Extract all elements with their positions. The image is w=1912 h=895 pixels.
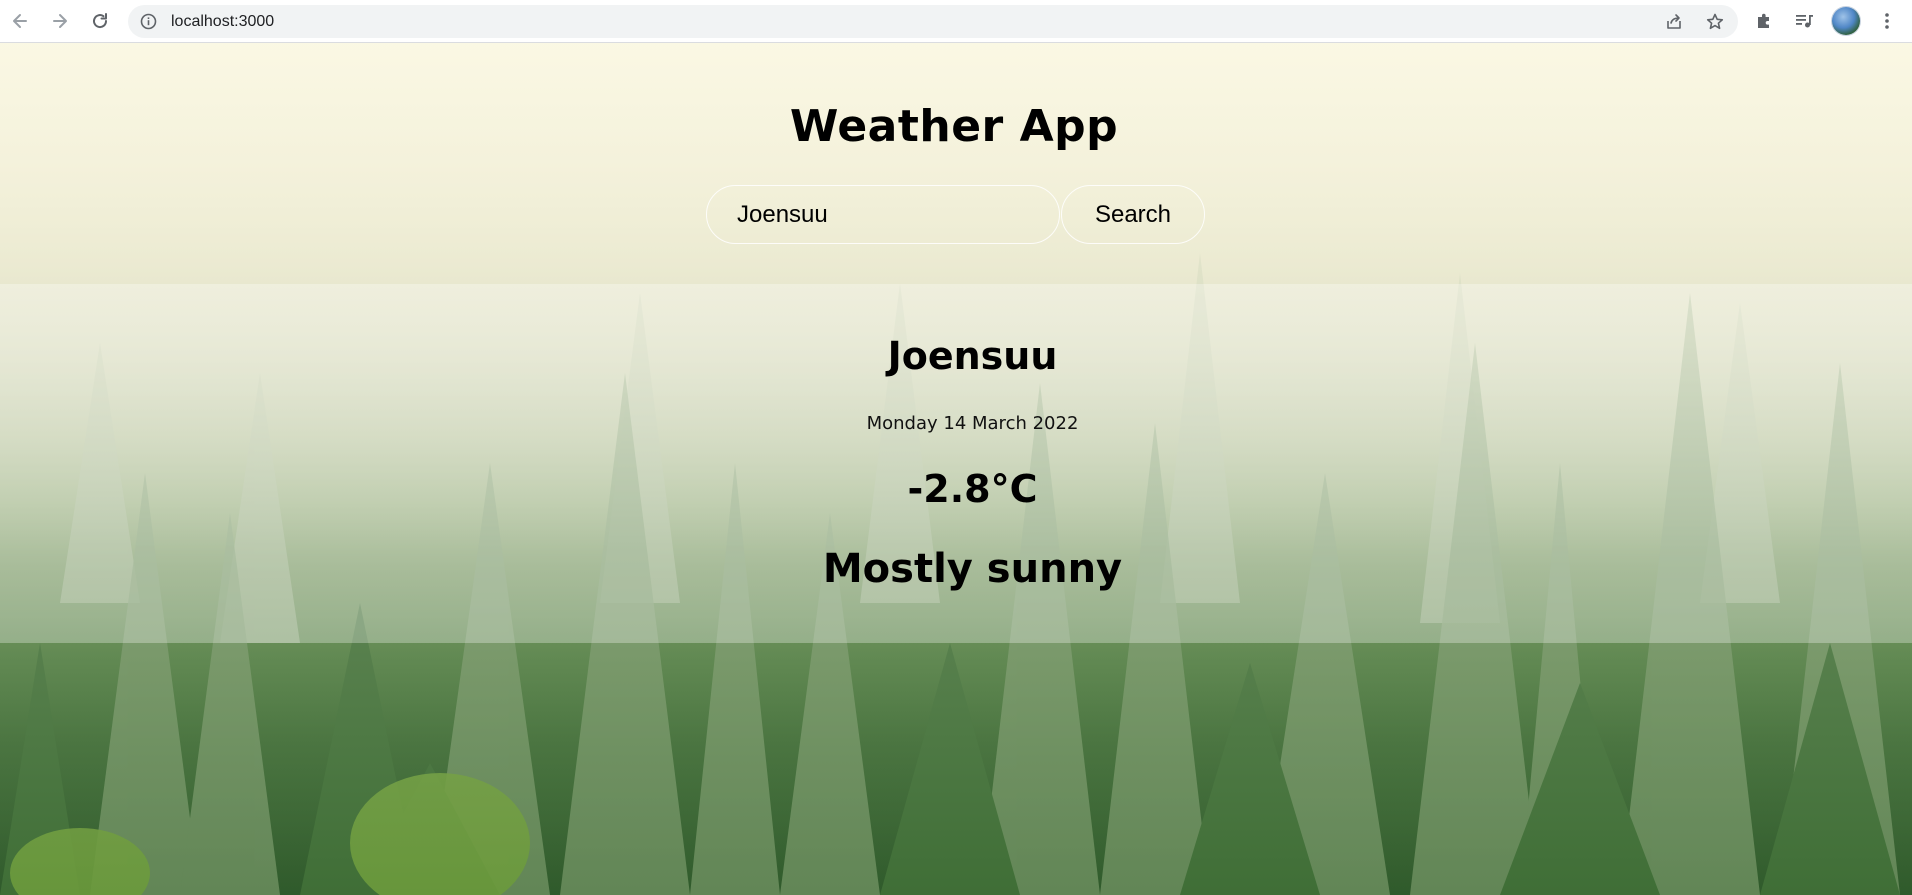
- back-button[interactable]: [6, 7, 34, 35]
- address-bar[interactable]: localhost:3000: [128, 5, 1738, 38]
- media-controls-button[interactable]: [1790, 7, 1818, 35]
- url-text[interactable]: localhost:3000: [171, 5, 274, 38]
- city-name: Joensuu: [887, 334, 1058, 378]
- weather-app: Weather App Search Joensuu Monday 14 Mar…: [0, 43, 1912, 895]
- media-playlist-icon: [1796, 15, 1813, 28]
- extensions-button[interactable]: [1750, 7, 1778, 35]
- arrow-left-icon: [13, 14, 27, 28]
- avatar[interactable]: [1832, 7, 1860, 35]
- app-title: Weather App: [789, 101, 1119, 152]
- weather-condition: Mostly sunny: [822, 546, 1123, 592]
- info-icon[interactable]: [140, 13, 157, 30]
- share-icon[interactable]: [1663, 11, 1685, 33]
- browser-menu-button[interactable]: [1873, 7, 1901, 35]
- reload-icon: [93, 13, 108, 29]
- search-input[interactable]: [706, 185, 1060, 244]
- arrow-right-icon: [53, 14, 67, 28]
- temperature: -2.8°C: [907, 467, 1038, 511]
- weather-date: Monday 14 March 2022: [866, 413, 1079, 434]
- search-button[interactable]: Search: [1061, 185, 1205, 244]
- kebab-menu-icon: [1885, 13, 1889, 29]
- puzzle-icon: [1758, 13, 1769, 28]
- browser-toolbar: localhost:3000: [0, 0, 1912, 43]
- forward-button[interactable]: [46, 7, 74, 35]
- page-viewport: Weather App Search Joensuu Monday 14 Mar…: [0, 43, 1912, 895]
- star-icon[interactable]: [1704, 11, 1726, 33]
- reload-button[interactable]: [86, 7, 114, 35]
